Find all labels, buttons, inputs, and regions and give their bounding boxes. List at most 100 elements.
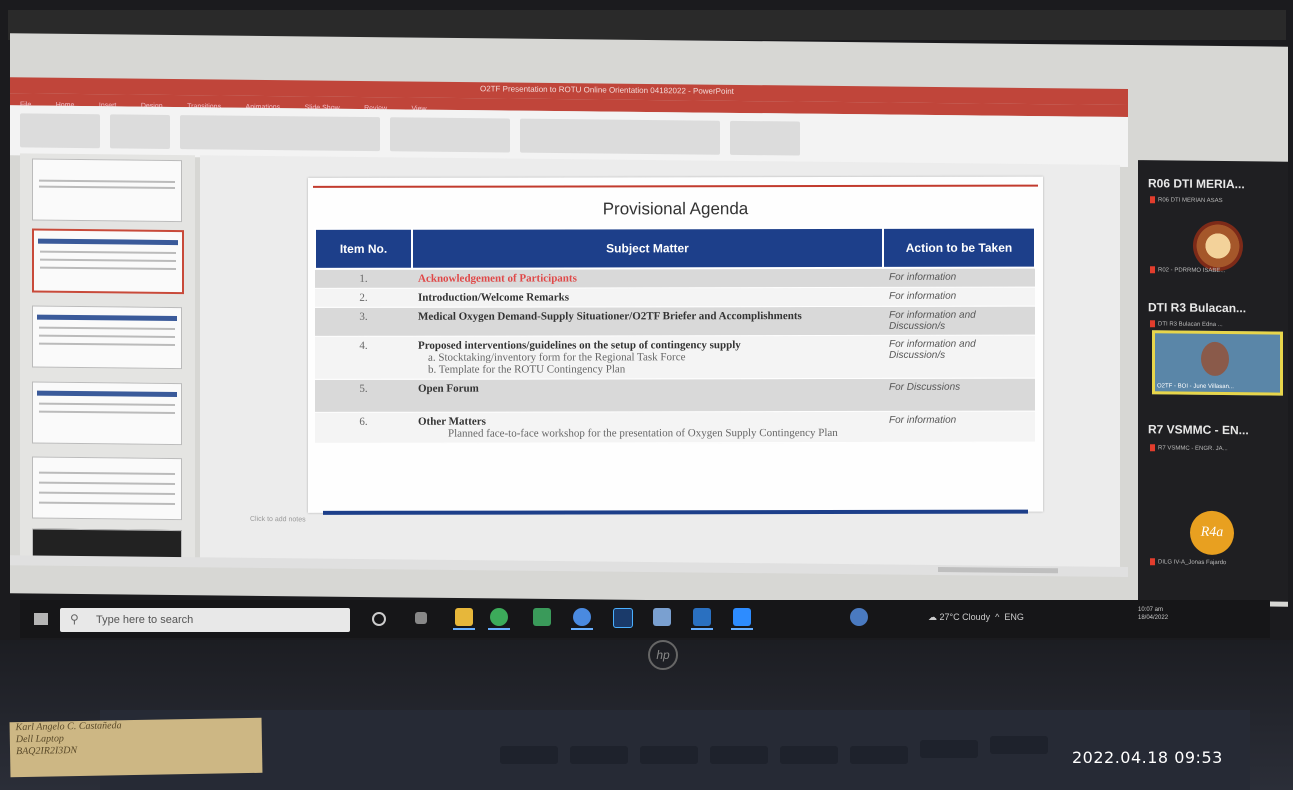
row-subitem-b: b. Template for the ROTU Contingency Pla… <box>428 363 626 376</box>
table-row: 6. Other Matters Planned face-to-face wo… <box>315 411 1035 444</box>
slide-thumb-2[interactable] <box>32 228 184 295</box>
participant-label: R06 DTI MERIAN ASAS <box>1150 196 1223 204</box>
font-group[interactable] <box>180 115 380 152</box>
key <box>570 746 628 764</box>
photo-frame: O2TF Presentation to ROTU Online Orienta… <box>0 0 1293 790</box>
key <box>710 746 768 764</box>
row-subject: Introduction/Welcome Remarks <box>418 291 570 304</box>
row-subject: Open Forum <box>418 382 479 395</box>
row-number: 5. <box>315 379 412 413</box>
row-action: For information <box>883 267 1035 288</box>
file-explorer-icon[interactable] <box>455 608 473 626</box>
system-tray[interactable]: ☁ 27°C Cloudy ^ ENG <box>928 612 1024 623</box>
row-action: For Discussions <box>883 378 1035 412</box>
drawing-group[interactable] <box>520 118 720 155</box>
row-action: For information and Discussion/s <box>883 335 1035 379</box>
header-subject: Subject Matter <box>412 227 883 269</box>
row-action: For information and Discussion/s <box>883 306 1035 336</box>
participant-face <box>1201 341 1229 377</box>
row-subject: Medical Oxygen Demand-Supply Situationer… <box>418 310 802 323</box>
key <box>780 746 838 764</box>
chevron-up-icon[interactable]: ^ <box>995 612 999 622</box>
table-header: Item No. Subject Matter Action to be Tak… <box>315 227 1035 269</box>
zoom-slider[interactable] <box>938 567 1058 574</box>
agenda-slide[interactable]: Provisional Agenda Item No. Subject Matt… <box>308 176 1043 515</box>
windows-start-icon[interactable] <box>34 613 48 625</box>
slide-thumb-5[interactable] <box>32 456 182 521</box>
zoom-icon[interactable] <box>733 608 751 626</box>
row-action: For information <box>883 411 1035 443</box>
row-subitem-a: Planned face-to-face workshop for the pr… <box>448 426 838 440</box>
app-icon[interactable] <box>653 608 671 626</box>
table-row: 2. Introduction/Welcome Remarks For info… <box>315 287 1035 308</box>
participant-label: DILG IV-A_Jonas Fajardo <box>1150 558 1226 566</box>
slide-thumb-1[interactable] <box>32 158 182 223</box>
search-icon: ⚲ <box>70 612 79 626</box>
participant-name: R06 DTI MERIA... <box>1148 176 1245 192</box>
participant-label: R7 VSMMC - ENGR. JA... <box>1150 444 1228 452</box>
key <box>850 746 908 764</box>
weather-text: 27°C Cloudy <box>939 612 991 622</box>
slides-group[interactable] <box>110 114 170 149</box>
key <box>990 736 1048 754</box>
participant-video[interactable]: O2TF - BOI - June Villasan... <box>1152 330 1283 396</box>
header-item-no: Item No. <box>315 228 412 269</box>
table-row: 5. Open Forum For Discussions <box>315 378 1035 413</box>
app-icon[interactable] <box>533 608 551 626</box>
photoshop-icon[interactable] <box>613 608 633 628</box>
hp-logo: hp <box>648 640 678 670</box>
row-number: 4. <box>315 336 412 380</box>
participant-label: R02 - PDRRMO ISABE... <box>1150 266 1225 274</box>
slide-title: Provisional Agenda <box>602 199 749 219</box>
laptop-screen: O2TF Presentation to ROTU Online Orienta… <box>10 33 1288 607</box>
header-action: Action to be Taken <box>883 227 1035 268</box>
row-subject: Acknowledgement of Participants <box>418 272 577 285</box>
clipboard-group[interactable] <box>20 113 100 149</box>
photo-timestamp: 2022.04.18 09:53 <box>1072 748 1223 767</box>
row-number: 2. <box>315 288 412 308</box>
search-placeholder: Type here to search <box>96 614 194 626</box>
window-title: O2TF Presentation to ROTU Online Orienta… <box>480 84 734 96</box>
agenda-table: Item No. Subject Matter Action to be Tak… <box>314 227 1036 444</box>
clock-date: 18/04/2022 <box>1138 615 1169 621</box>
chrome-icon[interactable] <box>490 608 508 626</box>
taskbar-clock[interactable]: 10:07 am 18/04/2022 <box>1138 606 1168 622</box>
participant-name: R7 VSMMC - EN... <box>1148 422 1249 438</box>
participant-label: DTI R3 Bulacan Edna ... <box>1150 320 1223 328</box>
participant-avatar-r4a: R4a <box>1190 510 1234 556</box>
key <box>500 746 558 764</box>
windows-taskbar: ⚲ Type here to search ☁ 27°C Cloudy ^ EN… <box>20 600 1270 638</box>
mail-icon[interactable] <box>693 608 711 626</box>
slide-top-rule <box>313 184 1038 188</box>
row-action: For information <box>883 287 1035 307</box>
row-number: 3. <box>315 307 412 337</box>
editing-group[interactable] <box>730 120 800 156</box>
cortana-icon[interactable] <box>372 612 386 626</box>
participant-name: DTI R3 Bulacan... <box>1148 300 1247 316</box>
property-sticker: Karl Angelo C. Castañeda Dell Laptop BAQ… <box>9 717 263 778</box>
slide-thumbnails <box>20 153 195 566</box>
lang-indicator[interactable]: ENG <box>1004 612 1024 622</box>
key <box>920 740 978 758</box>
video-label: O2TF - BOI - June Villasan... <box>1157 383 1234 391</box>
participant-avatar <box>1193 220 1243 272</box>
cloud-icon: ☁ <box>928 612 937 622</box>
participants-panel: R06 DTI MERIA... R06 DTI MERIAN ASAS R02… <box>1138 160 1288 602</box>
slide-thumb-4[interactable] <box>32 381 182 446</box>
slide-thumb-3[interactable] <box>32 305 182 370</box>
row-subject: Proposed interventions/guidelines on the… <box>418 339 741 352</box>
notes-placeholder[interactable]: Click to add notes <box>250 516 306 524</box>
taskbar-search[interactable]: ⚲ Type here to search <box>60 608 350 632</box>
key <box>640 746 698 764</box>
row-number: 1. <box>315 268 412 289</box>
app-icon[interactable] <box>850 608 868 626</box>
row-subitem-a: a. Stocktaking/inventory form for the Re… <box>428 351 686 364</box>
row-number: 6. <box>315 412 412 444</box>
edge-icon[interactable] <box>573 608 591 626</box>
task-view-icon[interactable] <box>415 612 427 624</box>
clock-time: 10:07 am <box>1138 607 1164 613</box>
table-row: 3. Medical Oxygen Demand-Supply Situatio… <box>315 306 1035 337</box>
paragraph-group[interactable] <box>390 117 510 153</box>
table-row: 4. Proposed interventions/guidelines on … <box>315 335 1035 380</box>
row-subject: Other Matters <box>418 415 486 428</box>
